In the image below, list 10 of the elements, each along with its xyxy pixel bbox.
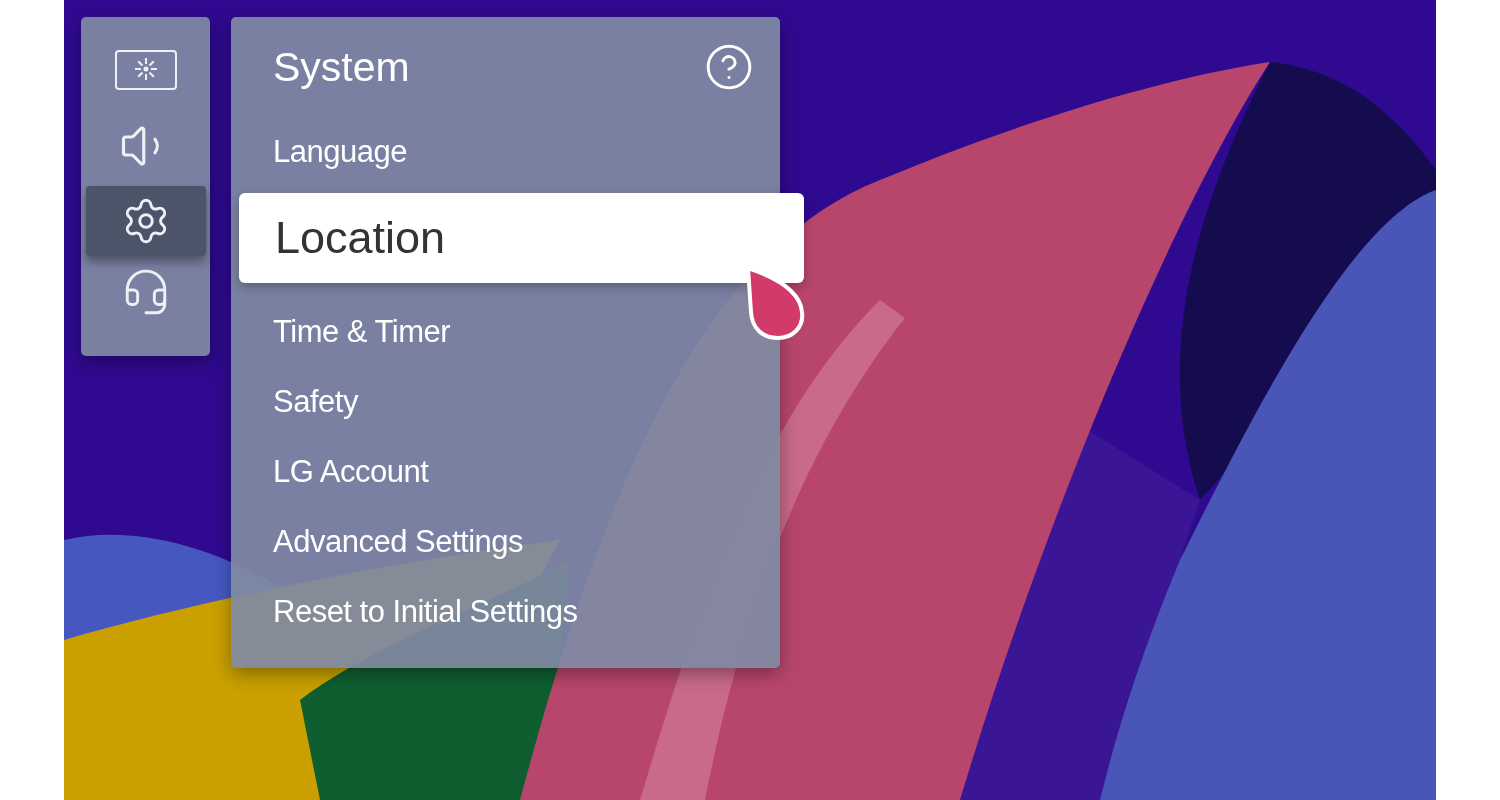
menu-item[interactable]: Advanced Settings	[231, 507, 780, 577]
menu-item[interactable]: Reset to Initial Settings	[231, 577, 780, 647]
menu-item[interactable]: Safety	[231, 367, 780, 437]
menu-item[interactable]: Language	[231, 117, 780, 187]
help-icon[interactable]	[704, 42, 754, 92]
picture-settings-icon	[113, 49, 178, 91]
menu-title: System	[273, 43, 410, 91]
menu-item[interactable]: Location	[239, 193, 804, 283]
sidebar-item[interactable]	[85, 186, 206, 256]
menu-item[interactable]: LG Account	[231, 437, 780, 507]
